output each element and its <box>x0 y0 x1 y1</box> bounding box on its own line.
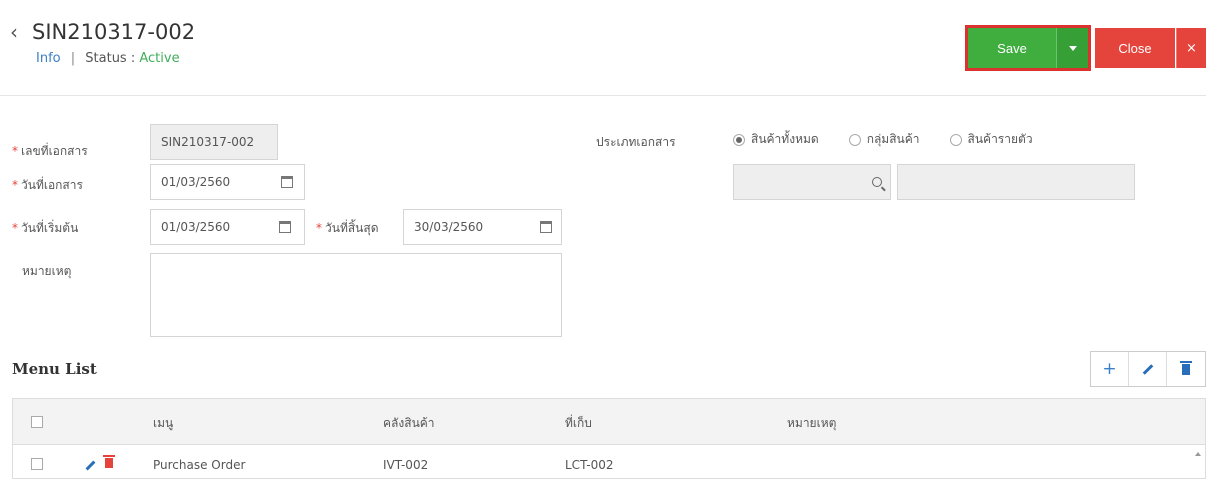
column-header[interactable]: หมายเหตุ <box>787 414 836 433</box>
edit-row-button[interactable] <box>1129 352 1167 386</box>
end-date-value: 30/03/2560 <box>414 220 484 234</box>
product-search-field[interactable] <box>733 164 891 200</box>
table-row[interactable]: Purchase Order IVT-002 LCT-002 <box>13 446 1205 479</box>
calendar-icon[interactable] <box>279 221 291 233</box>
end-date-label: * วันที่สิ้นสุด <box>316 221 379 235</box>
column-header[interactable]: คลังสินค้า <box>383 414 435 433</box>
save-button[interactable]: Save <box>968 28 1056 68</box>
search-icon[interactable] <box>872 177 882 187</box>
doc-date-label: * วันที่เอกสาร <box>12 178 83 192</box>
radio-button[interactable] <box>733 133 745 146</box>
doc-type-radio-group: สินค้าทั้งหมด กลุ่มสินค้า สินค้ารายตัว <box>733 130 1063 149</box>
plus-icon: + <box>1102 358 1117 379</box>
status-badge: Active <box>139 51 180 66</box>
table-header: เมนู คลังสินค้า ที่เก็บ หมายเหตุ <box>13 399 1205 445</box>
close-button[interactable]: Close <box>1095 28 1175 68</box>
separator: | <box>70 51 76 66</box>
product-name-field <box>897 164 1135 200</box>
trash-icon[interactable] <box>103 455 115 468</box>
radio-all-products[interactable]: สินค้าทั้งหมด <box>733 130 819 149</box>
remark-label: หมายเหตุ <box>22 264 72 278</box>
delete-row-button[interactable] <box>1167 352 1205 386</box>
chevron-left-icon[interactable]: ‹ <box>10 22 18 42</box>
cell-warehouse: IVT-002 <box>383 458 429 472</box>
save-button-group: Save <box>965 25 1091 71</box>
doc-no-field: SIN210317-002 <box>150 124 278 160</box>
column-header[interactable]: ที่เก็บ <box>565 414 592 433</box>
calendar-icon[interactable] <box>281 176 293 188</box>
scroll-up-arrow-icon[interactable] <box>1195 452 1201 456</box>
pencil-icon <box>1142 363 1153 375</box>
caret-down-icon <box>1068 45 1077 51</box>
document-subinfo: Info | Status : Active <box>36 51 180 66</box>
select-all-checkbox[interactable] <box>31 416 43 428</box>
cell-menu: Purchase Order <box>153 458 246 472</box>
column-header[interactable]: เมนู <box>153 414 173 433</box>
remark-textarea[interactable] <box>150 253 562 337</box>
doc-no-label: * เลขที่เอกสาร <box>12 144 88 158</box>
cell-location: LCT-002 <box>565 458 614 472</box>
radio-button[interactable] <box>848 133 861 146</box>
radio-button[interactable] <box>949 133 962 146</box>
info-link[interactable]: Info <box>36 51 61 66</box>
row-checkbox[interactable] <box>31 458 43 470</box>
start-date-field[interactable]: 01/03/2560 <box>150 209 305 245</box>
start-date-value: 01/03/2560 <box>161 220 231 234</box>
doc-date-field[interactable]: 01/03/2560 <box>150 164 305 200</box>
close-x-icon[interactable]: × <box>1176 28 1206 68</box>
doc-date-value: 01/03/2560 <box>161 175 231 189</box>
end-date-field[interactable]: 30/03/2560 <box>403 209 562 245</box>
pencil-icon[interactable] <box>85 460 96 471</box>
start-date-label: * วันที่เริ่มต้น <box>12 221 79 235</box>
status-label: Status : <box>85 51 136 66</box>
page-header: ‹ SIN210317-002 Info | Status : Active S… <box>0 0 1206 96</box>
trash-icon <box>1180 360 1192 375</box>
radio-product-group[interactable]: กลุ่มสินค้า <box>848 130 920 149</box>
menu-list-table: เมนู คลังสินค้า ที่เก็บ หมายเหตุ Purchas… <box>12 398 1206 479</box>
doc-type-label: ประเภทเอกสาร <box>596 135 676 149</box>
save-options-dropdown[interactable] <box>1056 28 1088 68</box>
radio-single-product[interactable]: สินค้ารายตัว <box>949 130 1033 149</box>
menu-list-toolbar: + <box>1090 351 1206 387</box>
calendar-icon[interactable] <box>540 221 552 233</box>
add-row-button[interactable]: + <box>1091 352 1129 386</box>
page-title: SIN210317-002 <box>32 20 196 44</box>
menu-list-title: Menu List <box>12 360 97 378</box>
